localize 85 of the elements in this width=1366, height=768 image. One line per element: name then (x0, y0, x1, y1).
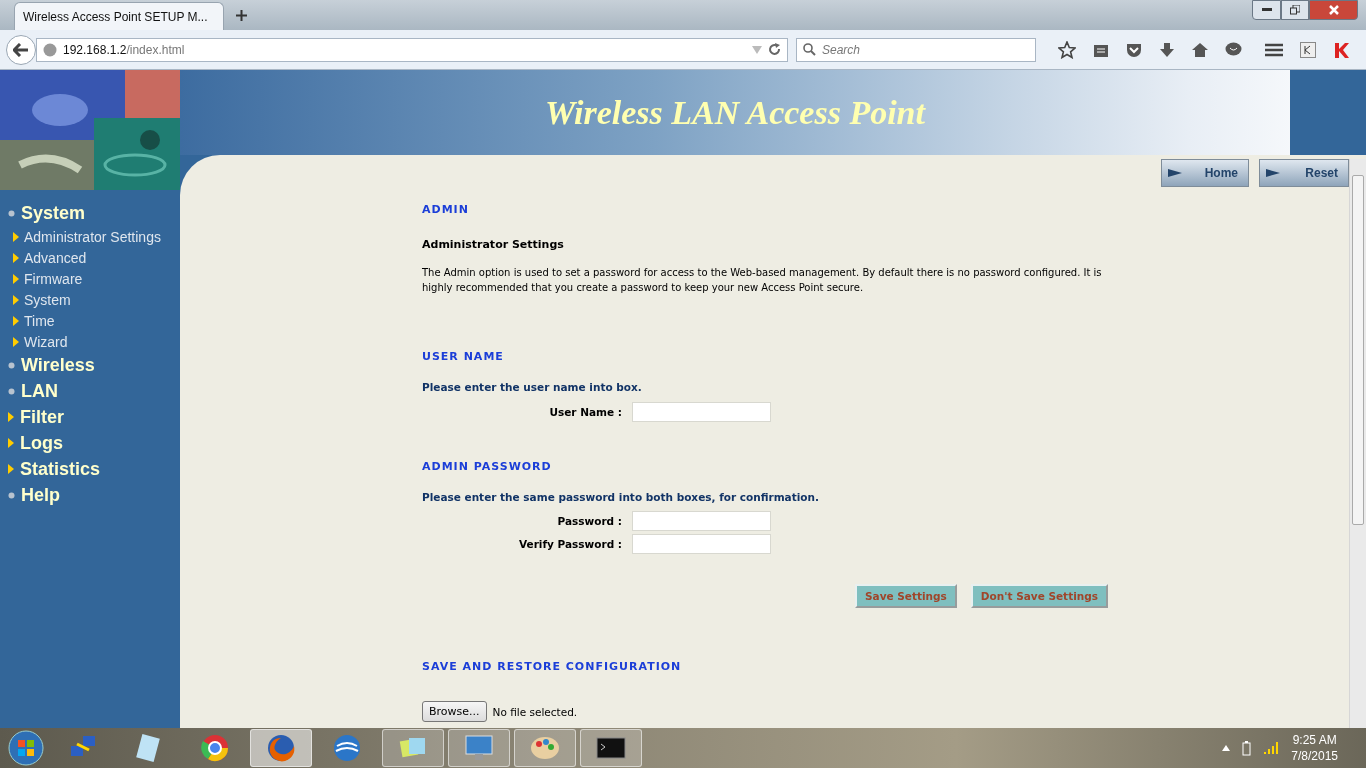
bullet-icon (8, 387, 15, 395)
section-heading: SAVE AND RESTORE CONFIGURATION (422, 660, 683, 673)
sidebar-item[interactable]: Statistics (8, 456, 180, 482)
close-icon (1328, 5, 1339, 15)
sidebar-subitem[interactable]: Wizard (8, 331, 180, 352)
field-label: Verify Password : (518, 538, 622, 550)
bullet-icon (8, 361, 15, 369)
arrow-icon (13, 336, 19, 347)
taskbar-button[interactable] (580, 729, 642, 767)
reload-icon[interactable] (768, 43, 781, 56)
url-path: /index.html (126, 42, 185, 57)
menu-icon[interactable] (1265, 41, 1283, 58)
banner-title: Wireless LAN Access Point (544, 92, 927, 133)
sidebar-item[interactable]: Logs (8, 430, 180, 456)
arrow-icon (8, 412, 14, 422)
tray-expand-icon[interactable] (1222, 745, 1231, 751)
clock[interactable]: 9:25 AM 7/8/2015 (1291, 732, 1338, 764)
instruction: Please enter the same password into both boxes, for confirmation. (422, 491, 820, 503)
arrow-icon (13, 252, 19, 263)
sidebar-item[interactable]: System (8, 200, 180, 226)
home-button[interactable]: Home (1161, 159, 1249, 187)
minimize-icon (1261, 8, 1272, 12)
arrow-icon (1266, 169, 1280, 177)
sidebar-item[interactable]: Filter (8, 404, 180, 430)
bullet-icon (8, 491, 15, 499)
restore-icon (1290, 5, 1300, 15)
section-heading: USER NAME (422, 350, 505, 363)
pocket-icon[interactable] (1126, 41, 1142, 58)
sidebar-subitem[interactable]: Firmware (8, 268, 180, 289)
input-field[interactable] (632, 511, 771, 531)
sidebar-item[interactable]: LAN (8, 378, 180, 404)
arrow-icon (1168, 169, 1182, 177)
sidebar-item[interactable]: Wireless (8, 352, 180, 378)
chrome-icon (199, 732, 231, 764)
signal-icon[interactable] (1263, 741, 1280, 755)
cancel-button[interactable]: Don't Save Settings (970, 584, 1108, 608)
section-heading: ADMIN (422, 203, 470, 216)
back-button[interactable] (6, 34, 36, 65)
arrow-icon (13, 315, 19, 326)
input-field[interactable] (632, 534, 771, 554)
globe-icon (43, 42, 57, 57)
sidebar-subitem[interactable]: Time (8, 310, 180, 331)
sidebar-subitem[interactable]: System (8, 289, 180, 310)
globe-icon (331, 732, 363, 764)
close-button[interactable] (1309, 0, 1358, 20)
scroll-thumb[interactable] (1352, 175, 1364, 525)
sidebar-item[interactable]: Help (8, 482, 180, 508)
field-label: User Name : (548, 406, 622, 418)
new-tab-icon[interactable] (236, 10, 247, 21)
sidebar-subitem[interactable]: Administrator Settings (8, 226, 180, 247)
input-field[interactable] (632, 402, 771, 422)
section-heading: ADMIN PASSWORD (422, 460, 553, 473)
tab-title: Wireless Access Point SETUP M... (23, 9, 208, 24)
bullet-icon (8, 209, 15, 217)
arrow-icon (8, 438, 14, 448)
arrow-icon (13, 294, 19, 305)
search-icon (803, 42, 816, 56)
field-label: Password : (556, 515, 622, 527)
firefox-icon (265, 732, 297, 764)
description: The Admin option is used to set a password for access to the Web-based management. By default there is no password configured. It is highly recommended that you create a password to keep your new Access Point secure. (422, 266, 1103, 295)
browse-button[interactable]: Browse... (422, 701, 487, 722)
home-icon[interactable] (1192, 41, 1208, 58)
address-bar[interactable]: 192.168.1.2/index.html (36, 37, 788, 62)
battery-icon[interactable] (1242, 740, 1252, 756)
browser-tab[interactable]: Wireless Access Point SETUP M... (14, 2, 224, 30)
subheading: Administrator Settings (422, 238, 565, 251)
extension-icon[interactable] (1333, 41, 1349, 58)
search-field[interactable]: Search (796, 37, 1036, 62)
sidebar-subitem[interactable]: Advanced (8, 247, 180, 268)
instruction: Please enter the user name into box. (422, 381, 643, 393)
reset-button[interactable]: Reset (1259, 159, 1349, 187)
minimize-button[interactable] (1252, 0, 1281, 20)
download-icon[interactable] (1159, 41, 1175, 58)
arrow-icon (13, 231, 19, 242)
extension-icon[interactable] (1300, 41, 1316, 58)
arrow-icon (8, 464, 14, 474)
file-status: No file selected. (492, 705, 578, 718)
scrollbar[interactable] (1349, 159, 1366, 728)
chat-icon[interactable] (1225, 41, 1242, 58)
restore-button[interactable] (1281, 0, 1309, 20)
back-arrow-icon (13, 42, 29, 57)
url-host: 192.168.1.2 (63, 42, 127, 57)
save-button[interactable]: Save Settings (855, 584, 957, 608)
arrow-icon (13, 273, 19, 284)
bookmark-star-icon[interactable] (1058, 40, 1076, 59)
